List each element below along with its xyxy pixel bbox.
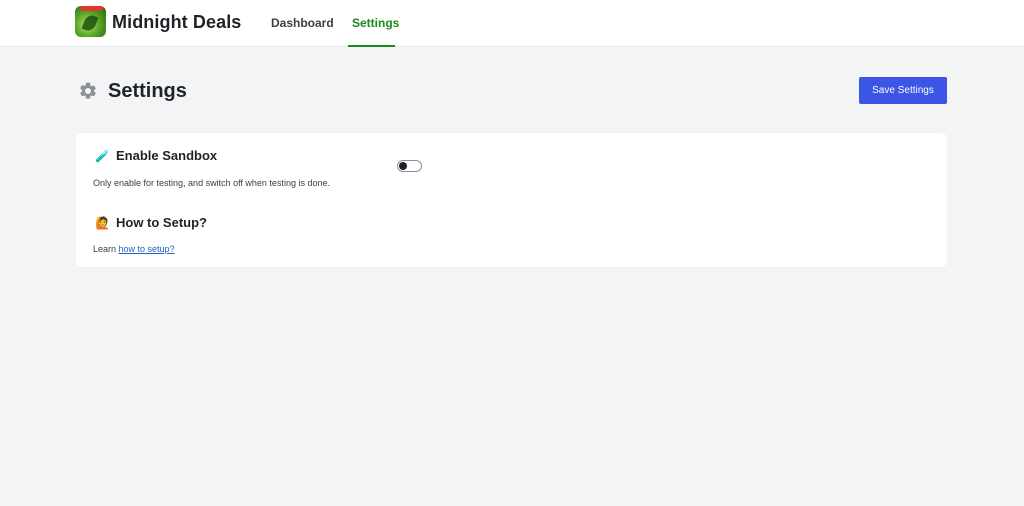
setup-description: Learn how to setup? bbox=[93, 244, 175, 254]
logo-leaf bbox=[81, 13, 99, 33]
settings-card: 🧪 Enable Sandbox Only enable for testing… bbox=[76, 133, 947, 267]
learn-prefix: Learn bbox=[93, 244, 119, 254]
how-to-setup-link[interactable]: how to setup? bbox=[119, 244, 175, 254]
tab-settings[interactable]: Settings bbox=[352, 16, 399, 30]
setup-title-text: How to Setup? bbox=[116, 215, 207, 230]
sandbox-description: Only enable for testing, and switch off … bbox=[93, 178, 330, 188]
gear-icon bbox=[80, 82, 96, 99]
active-tab-indicator bbox=[348, 45, 395, 47]
toggle-knob bbox=[399, 162, 407, 170]
page-title: Settings bbox=[108, 79, 187, 102]
page-header: Settings bbox=[78, 79, 187, 103]
sandbox-section-title: 🧪 Enable Sandbox bbox=[95, 148, 217, 163]
setup-section-title: 🙋 How to Setup? bbox=[95, 215, 207, 230]
tab-dashboard[interactable]: Dashboard bbox=[271, 16, 334, 30]
logo-ribbon bbox=[81, 6, 103, 11]
save-settings-button[interactable]: Save Settings bbox=[859, 77, 947, 104]
sandbox-title-text: Enable Sandbox bbox=[116, 148, 218, 163]
brand-name: Midnight Deals bbox=[112, 12, 242, 32]
test-tube-icon: 🧪 bbox=[95, 148, 110, 163]
top-navbar: Midnight Deals Dashboard Settings bbox=[0, 0, 1024, 47]
sandbox-toggle[interactable] bbox=[397, 160, 422, 172]
app-logo-icon[interactable] bbox=[75, 6, 106, 37]
raising-hand-icon: 🙋 bbox=[95, 215, 110, 230]
